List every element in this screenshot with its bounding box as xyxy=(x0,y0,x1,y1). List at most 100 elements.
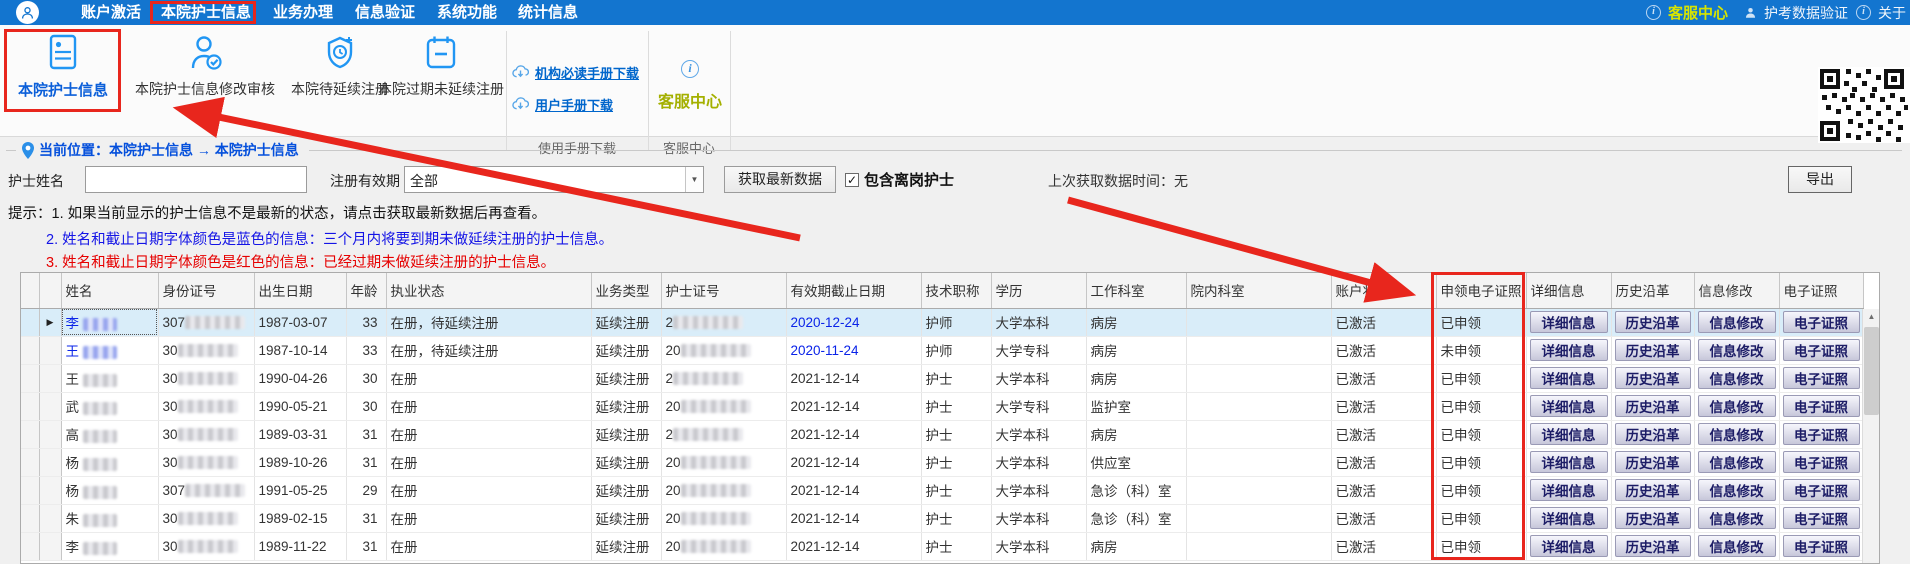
column-header-10[interactable]: 工作科室 xyxy=(1086,273,1186,308)
scroll-up-icon[interactable]: ▲ xyxy=(1863,309,1880,326)
action-button-elicense[interactable]: 电子证照 xyxy=(1783,507,1860,529)
action-button-modify[interactable]: 信息修改 xyxy=(1698,395,1776,417)
action-button-modify[interactable]: 信息修改 xyxy=(1698,367,1776,389)
column-header-15[interactable]: 历史沿革 xyxy=(1611,273,1694,308)
action-button-detail[interactable]: 详细信息 xyxy=(1530,311,1608,333)
user-avatar[interactable] xyxy=(16,1,39,24)
chevron-down-icon[interactable]: ▼ xyxy=(685,167,703,192)
table-row[interactable]: ▶李 3071987-03-0733在册，待延续注册延续注册22020-12-2… xyxy=(21,308,1863,336)
menu-tab-account-activate[interactable]: 账户激活 xyxy=(78,0,144,25)
ribbon-button-nurse-info-review[interactable]: 本院护士信息修改审核 xyxy=(126,29,284,115)
action-button-history[interactable]: 历史沿革 xyxy=(1615,507,1691,529)
action-button-elicense[interactable]: 电子证照 xyxy=(1783,311,1860,333)
action-button-detail[interactable]: 详细信息 xyxy=(1530,451,1608,473)
action-button-detail[interactable]: 详细信息 xyxy=(1530,535,1608,557)
ribbon-button-expired-renewal[interactable]: 本院过期未延续注册 xyxy=(378,29,504,115)
action-button-modify[interactable]: 信息修改 xyxy=(1698,311,1776,333)
action-button-detail[interactable]: 详细信息 xyxy=(1530,367,1608,389)
topbar-exam-verify[interactable]: 护考数据验证 xyxy=(1744,0,1848,25)
action-button-history[interactable]: 历史沿革 xyxy=(1615,339,1691,361)
column-header-13[interactable]: 申领电子证照 xyxy=(1436,273,1526,308)
action-button-history[interactable]: 历史沿革 xyxy=(1615,367,1691,389)
column-header-11[interactable]: 院内科室 xyxy=(1186,273,1331,308)
include-resigned-checkbox[interactable]: ✓ 包含离岗护士 xyxy=(845,169,954,190)
ribbon-button-pending-renewal[interactable]: 本院待延续注册 xyxy=(288,29,392,115)
column-header-4[interactable]: 执业状态 xyxy=(386,273,591,308)
register-period-select[interactable]: 全部 ▼ xyxy=(404,166,704,193)
column-header-5[interactable]: 业务类型 xyxy=(591,273,661,308)
action-button-history[interactable]: 历史沿革 xyxy=(1615,395,1691,417)
cell-action-2: 信息修改 xyxy=(1694,392,1779,420)
action-button-modify[interactable]: 信息修改 xyxy=(1698,339,1776,361)
menu-tab-hospital-nurse-info[interactable]: 本院护士信息 xyxy=(156,0,256,25)
table-row[interactable]: 王 301990-04-2630在册延续注册22021-12-14护士大学本科病… xyxy=(21,364,1863,392)
cell-id-number: 30 xyxy=(158,532,254,560)
action-button-detail[interactable]: 详细信息 xyxy=(1530,395,1608,417)
table-row[interactable]: 杨 3071991-05-2529在册延续注册202021-12-14护士大学本… xyxy=(21,476,1863,504)
action-button-modify[interactable]: 信息修改 xyxy=(1698,479,1776,501)
action-button-elicense[interactable]: 电子证照 xyxy=(1783,479,1860,501)
action-button-history[interactable]: 历史沿革 xyxy=(1615,479,1691,501)
fetch-latest-button[interactable]: 获取最新数据 xyxy=(724,166,836,193)
export-button[interactable]: 导出 xyxy=(1788,166,1852,193)
action-button-modify[interactable]: 信息修改 xyxy=(1698,423,1776,445)
action-button-modify[interactable]: 信息修改 xyxy=(1698,535,1776,557)
topbar-service-center[interactable]: i 客服中心 xyxy=(1646,0,1728,25)
column-header-17[interactable]: 电子证照 xyxy=(1779,273,1863,308)
menu-tab-system[interactable]: 系统功能 xyxy=(437,0,497,25)
cell-action-1: 历史沿革 xyxy=(1611,392,1694,420)
menu-tab-statistics[interactable]: 统计信息 xyxy=(518,0,578,25)
ribbon-service-center[interactable]: i 客服中心 xyxy=(652,59,728,112)
table-row[interactable]: 朱 301989-02-1531在册延续注册202021-12-14护士大学本科… xyxy=(21,504,1863,532)
action-button-history[interactable]: 历史沿革 xyxy=(1615,311,1691,333)
action-button-detail[interactable]: 详细信息 xyxy=(1530,339,1608,361)
link-org-manual-download[interactable]: 机构必读手册下载 xyxy=(512,59,662,85)
action-button-elicense[interactable]: 电子证照 xyxy=(1783,367,1860,389)
table-row[interactable]: 武 301990-05-2130在册延续注册202021-12-14护士大学专科… xyxy=(21,392,1863,420)
table-row[interactable]: 王 301987-10-1433在册，待延续注册延续注册202020-11-24… xyxy=(21,336,1863,364)
action-button-history[interactable]: 历史沿革 xyxy=(1615,423,1691,445)
checkbox-checked-icon[interactable]: ✓ xyxy=(845,173,859,187)
column-header-1[interactable]: 身份证号 xyxy=(158,273,254,308)
column-header-16[interactable]: 信息修改 xyxy=(1694,273,1779,308)
redacted-text xyxy=(83,514,117,527)
cell-hospital-dept xyxy=(1186,308,1331,336)
action-button-detail[interactable]: 详细信息 xyxy=(1530,423,1608,445)
action-button-modify[interactable]: 信息修改 xyxy=(1698,507,1776,529)
vertical-scrollbar[interactable]: ▲ xyxy=(1862,309,1879,563)
cell-action-1: 历史沿革 xyxy=(1611,476,1694,504)
column-header-14[interactable]: 详细信息 xyxy=(1526,273,1611,308)
table-row[interactable]: 高 301989-03-3131在册延续注册22021-12-14护士大学本科病… xyxy=(21,420,1863,448)
column-header-2[interactable]: 出生日期 xyxy=(254,273,346,308)
action-button-modify[interactable]: 信息修改 xyxy=(1698,451,1776,473)
column-header-0[interactable]: 姓名 xyxy=(61,273,158,308)
topbar-about[interactable]: i 关于 xyxy=(1856,0,1906,25)
link-user-manual-download[interactable]: 用户手册下载 xyxy=(512,91,662,117)
action-button-history[interactable]: 历史沿革 xyxy=(1615,535,1691,557)
column-header-9[interactable]: 学历 xyxy=(991,273,1086,308)
name-prefix: 武 xyxy=(66,400,80,415)
column-header-6[interactable]: 护士证号 xyxy=(661,273,786,308)
table-row[interactable]: 李 301989-11-2231在册延续注册202021-12-14护士大学本科… xyxy=(21,532,1863,560)
row-gutter xyxy=(21,504,39,532)
scrollbar-thumb[interactable] xyxy=(1864,327,1879,415)
table-row[interactable]: 杨 301989-10-2631在册延续注册202021-12-14护士大学本科… xyxy=(21,448,1863,476)
action-button-elicense[interactable]: 电子证照 xyxy=(1783,535,1860,557)
column-header-7[interactable]: 有效期截止日期 xyxy=(786,273,921,308)
column-header-12[interactable]: 账户状态 xyxy=(1331,273,1436,308)
column-header-8[interactable]: 技术职称 xyxy=(921,273,991,308)
ribbon-button-hospital-nurse-info[interactable]: 本院护士信息 xyxy=(5,29,121,115)
action-button-elicense[interactable]: 电子证照 xyxy=(1783,395,1860,417)
action-button-detail[interactable]: 详细信息 xyxy=(1530,507,1608,529)
cell-license-status: 已申领 xyxy=(1436,308,1526,336)
action-button-detail[interactable]: 详细信息 xyxy=(1530,479,1608,501)
action-button-elicense[interactable]: 电子证照 xyxy=(1783,451,1860,473)
service-center-label: 客服中心 xyxy=(652,88,728,112)
nurse-name-input[interactable] xyxy=(85,166,307,193)
action-button-elicense[interactable]: 电子证照 xyxy=(1783,423,1860,445)
action-button-history[interactable]: 历史沿革 xyxy=(1615,451,1691,473)
menu-tab-business[interactable]: 业务办理 xyxy=(273,0,333,25)
column-header-3[interactable]: 年龄 xyxy=(346,273,386,308)
action-button-elicense[interactable]: 电子证照 xyxy=(1783,339,1860,361)
menu-tab-info-verify[interactable]: 信息验证 xyxy=(355,0,415,25)
